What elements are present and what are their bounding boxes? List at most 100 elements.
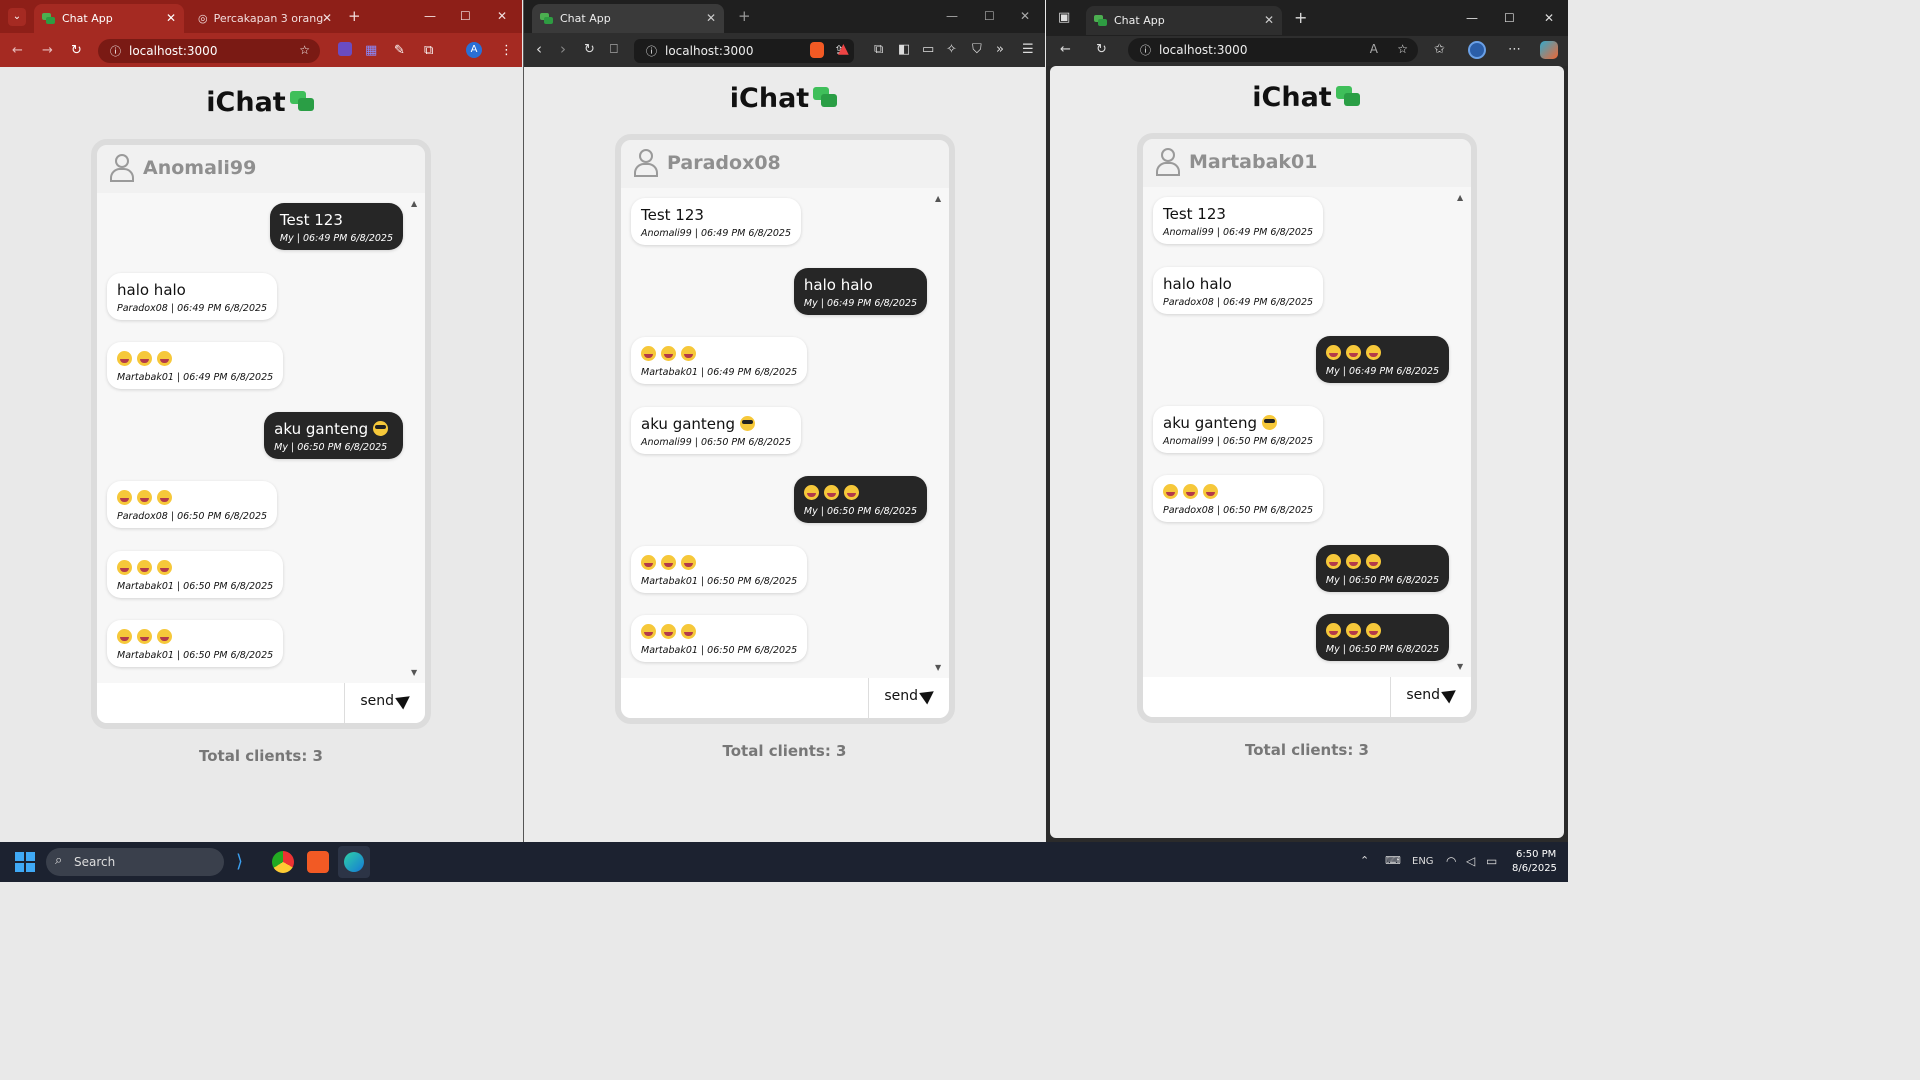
battery-icon[interactable]: ▭ (1486, 855, 1497, 867)
vpn-icon[interactable]: ⛉ (972, 43, 982, 56)
taskbar-search[interactable]: ⌕ Search (46, 848, 224, 876)
extensions-puzzle-icon[interactable]: ⧉ (424, 44, 433, 57)
tab-chat-app[interactable]: Chat App ✕ (34, 4, 184, 33)
language-indicator[interactable]: ENG (1412, 857, 1434, 867)
forward-icon[interactable]: › (560, 42, 566, 57)
message-list[interactable]: Test 123 Anomali99 | 06:49 PM 6/8/2025 ha… (1143, 187, 1471, 677)
chrome-icon[interactable] (272, 851, 294, 873)
tab-percakapan[interactable]: ◎ Percakapan 3 orang d ✕ (190, 4, 340, 33)
back-icon[interactable]: ← (1060, 43, 1071, 56)
clock-date[interactable]: 8/6/2025 (1512, 864, 1557, 874)
reload-icon[interactable]: ↻ (584, 43, 595, 56)
back-icon[interactable]: ‹ (536, 42, 542, 57)
wifi-icon[interactable]: ◠ (1446, 855, 1456, 867)
laughing-emoji-icon (1345, 345, 1361, 360)
maximize-button[interactable]: ☐ (460, 9, 471, 23)
send-button[interactable]: send (884, 685, 938, 705)
send-button[interactable]: send (1406, 684, 1460, 704)
send-button[interactable]: send (360, 690, 414, 710)
volume-icon[interactable]: ◁ (1466, 855, 1475, 867)
browser-window-edge: ▣ Chat App ✕ + — ☐ ✕ ← ↻ ⓘ localhost:300… (1046, 0, 1568, 842)
grid-extension-icon[interactable]: ▦ (365, 44, 377, 57)
more-icon[interactable]: ⋯ (1508, 43, 1521, 56)
scroll-up-icon: ▲ (935, 194, 942, 203)
minimize-button[interactable]: — (424, 9, 436, 23)
minimize-button[interactable]: — (946, 9, 958, 23)
edge-taskbar-active[interactable] (338, 846, 370, 878)
bookmark-icon[interactable]: ⎕ (610, 43, 618, 56)
message-bubble-mine: aku ganteng My | 06:50 PM 6/8/2025 (264, 412, 403, 459)
brave-shields-icon[interactable] (810, 42, 824, 58)
user-icon (1155, 148, 1180, 176)
chat-header: Anomali99 (97, 145, 425, 193)
scrollbar[interactable]: ▲ ▼ (935, 194, 945, 672)
message-input[interactable] (97, 683, 345, 723)
scrollbar[interactable]: ▲ ▼ (411, 199, 421, 677)
tab-search-icon[interactable]: ⌄ (8, 8, 26, 26)
message-bubble-other: Paradox08 | 06:50 PM 6/8/2025 (107, 481, 278, 528)
close-window-button[interactable]: ✕ (497, 9, 507, 23)
profile-avatar[interactable]: A (466, 42, 482, 58)
laughing-emoji-icon (661, 555, 676, 570)
keyboard-icon[interactable]: ⌨ (1385, 855, 1401, 866)
chat-logo-icon (289, 91, 316, 113)
chat-favicon-icon (1094, 14, 1108, 27)
search-icon: ⌕ (55, 853, 63, 868)
brave-rewards-icon[interactable]: ▲ (838, 42, 849, 56)
menu-icon[interactable]: ⋮ (500, 44, 513, 57)
brave-icon[interactable] (307, 851, 329, 873)
extensions-puzzle-icon[interactable]: ⧉ (874, 43, 883, 56)
profile-avatar[interactable] (1468, 41, 1486, 59)
globe-icon: ◎ (198, 12, 208, 25)
message-list[interactable]: Test 123 My | 06:49 PM 6/8/2025 halo halo… (97, 193, 425, 683)
address-bar[interactable]: ⓘ localhost:3000 ☆ (98, 39, 320, 63)
scrollbar[interactable]: ▲ ▼ (1457, 193, 1467, 671)
back-icon[interactable]: ← (12, 44, 23, 57)
reload-icon[interactable]: ↻ (1096, 43, 1107, 56)
laughing-emoji-icon (1365, 554, 1381, 569)
more-chevrons-icon[interactable]: » (996, 43, 1004, 56)
favorites-icon[interactable]: ✩ (1434, 43, 1445, 56)
laughing-emoji-icon (137, 629, 152, 644)
favorite-star-icon[interactable]: ☆ (1397, 42, 1408, 56)
clock-time[interactable]: 6:50 PM (1516, 850, 1556, 860)
leo-ai-icon[interactable]: ✧ (946, 43, 957, 56)
close-window-button[interactable]: ✕ (1544, 11, 1554, 25)
extension-icon[interactable] (338, 42, 352, 56)
laughing-emoji-icon (641, 555, 656, 570)
reload-icon[interactable]: ↻ (71, 44, 82, 57)
chevron-up-icon[interactable]: ⌃ (1360, 855, 1369, 866)
message-list[interactable]: Test 123 Anomali99 | 06:49 PM 6/8/2025 ha… (621, 188, 949, 678)
close-tab-icon[interactable]: ✕ (322, 11, 332, 25)
close-tab-icon[interactable]: ✕ (706, 11, 716, 25)
new-tab-button[interactable]: + (348, 9, 361, 24)
vscode-icon[interactable]: ⟩ (236, 851, 258, 873)
laughing-emoji-icon (1365, 345, 1381, 360)
minimize-button[interactable]: — (1466, 11, 1478, 25)
message-input[interactable] (621, 678, 869, 718)
new-tab-button[interactable]: + (738, 9, 751, 24)
message-input[interactable] (1143, 677, 1391, 717)
tab-chat-app[interactable]: Chat App ✕ (532, 4, 724, 33)
forward-icon[interactable]: → (42, 44, 53, 57)
maximize-button[interactable]: ☐ (1504, 11, 1515, 25)
bookmark-star-icon[interactable]: ☆ (299, 43, 310, 57)
tab-chat-app[interactable]: Chat App ✕ (1086, 6, 1282, 35)
message-bubble-other: aku ganteng Anomali99 | 06:50 PM 6/8/202… (631, 407, 802, 454)
copilot-icon[interactable] (1540, 41, 1558, 59)
close-tab-icon[interactable]: ✕ (1264, 13, 1274, 27)
close-window-button[interactable]: ✕ (1020, 9, 1030, 23)
new-tab-button[interactable]: + (1294, 10, 1307, 26)
close-tab-icon[interactable]: ✕ (166, 11, 176, 25)
maximize-button[interactable]: ☐ (984, 9, 995, 23)
tab-actions-icon[interactable]: ▣ (1058, 11, 1070, 24)
read-aloud-icon[interactable]: A (1370, 42, 1378, 56)
sidebar-icon[interactable]: ◧ (898, 43, 910, 56)
scroll-down-icon: ▼ (935, 663, 942, 672)
address-bar[interactable]: ⓘ localhost:3000 A ☆ (1128, 38, 1418, 62)
tab-strip: Chat App ✕ + — ☐ ✕ (524, 0, 1045, 33)
pen-icon[interactable]: ✎ (394, 44, 405, 57)
windows-start-icon[interactable] (15, 852, 35, 872)
wallet-icon[interactable]: ▭ (922, 43, 934, 56)
menu-icon[interactable]: ☰ (1022, 43, 1034, 56)
